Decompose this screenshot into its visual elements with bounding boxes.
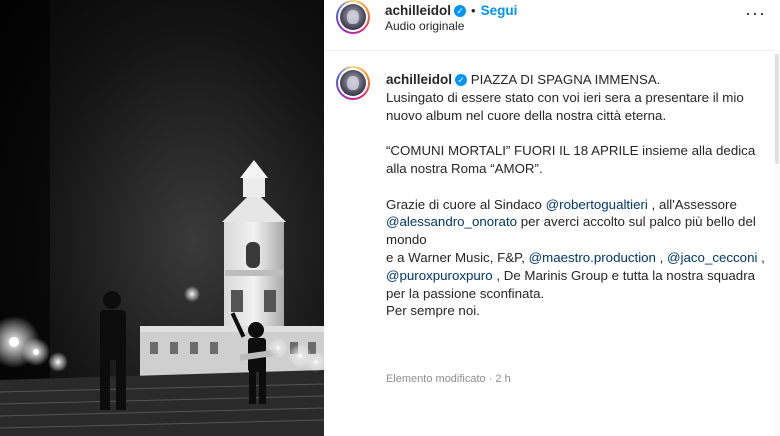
- verified-icon: ✓: [454, 4, 467, 17]
- caption-text-span: ,: [655, 249, 668, 265]
- username-link[interactable]: achilleidol: [385, 3, 451, 18]
- caption-avatar[interactable]: [336, 66, 370, 100]
- caption-text-span: ,: [757, 249, 765, 265]
- caption-text-span: e a Warner Music, F&P,: [386, 249, 529, 265]
- caption-text-span: Grazie di cuore al Sindaco: [386, 196, 546, 212]
- verified-icon: ✓: [455, 74, 468, 87]
- follow-button[interactable]: Segui: [481, 3, 518, 18]
- caption-text: achilleidol ✓ PIAZZA DI SPAGNA IMMENSA. L…: [386, 71, 772, 320]
- post-media[interactable]: [0, 0, 324, 436]
- header-user-line: achilleidol ✓ • Segui: [385, 2, 517, 20]
- caption-line: “COMUNI MORTALI” FUORI IL 18 APRILE insi…: [386, 143, 756, 176]
- mention-link[interactable]: @puroxpuroxpuro: [386, 268, 493, 283]
- caption-paragraph: e a Warner Music, F&P, @maestro.producti…: [386, 249, 772, 302]
- caption-meta: Elemento modificato · 2 h: [386, 373, 511, 385]
- mention-link[interactable]: @maestro.production: [529, 250, 656, 265]
- mention-link[interactable]: @alessandro_onorato: [386, 214, 517, 229]
- caption-username[interactable]: achilleidol: [386, 72, 452, 87]
- caption-line: Lusingato di essere stato con voi ieri s…: [386, 89, 744, 123]
- caption-paragraph: Grazie di cuore al Sindaco @robertogualt…: [386, 196, 772, 249]
- post-side-panel: achilleidol ✓ • Segui Audio originale ··· a…: [324, 0, 780, 436]
- post-header: achilleidol ✓ • Segui Audio originale ···: [324, 0, 780, 51]
- more-options-icon[interactable]: ···: [745, 3, 766, 24]
- caption-line: Per sempre noi.: [386, 303, 480, 319]
- avatar[interactable]: [336, 0, 370, 34]
- mention-link[interactable]: @jaco_cecconi: [667, 250, 757, 265]
- mention-link[interactable]: @robertogualtieri: [546, 197, 648, 212]
- audio-link[interactable]: Audio originale: [385, 19, 464, 33]
- caption-text-span: , all'Assessore: [647, 196, 737, 212]
- separator-dot: •: [471, 3, 476, 18]
- scrollbar-thumb[interactable]: [775, 54, 779, 164]
- caption-line: PIAZZA DI SPAGNA IMMENSA.: [470, 72, 661, 87]
- post-photo: [0, 0, 324, 436]
